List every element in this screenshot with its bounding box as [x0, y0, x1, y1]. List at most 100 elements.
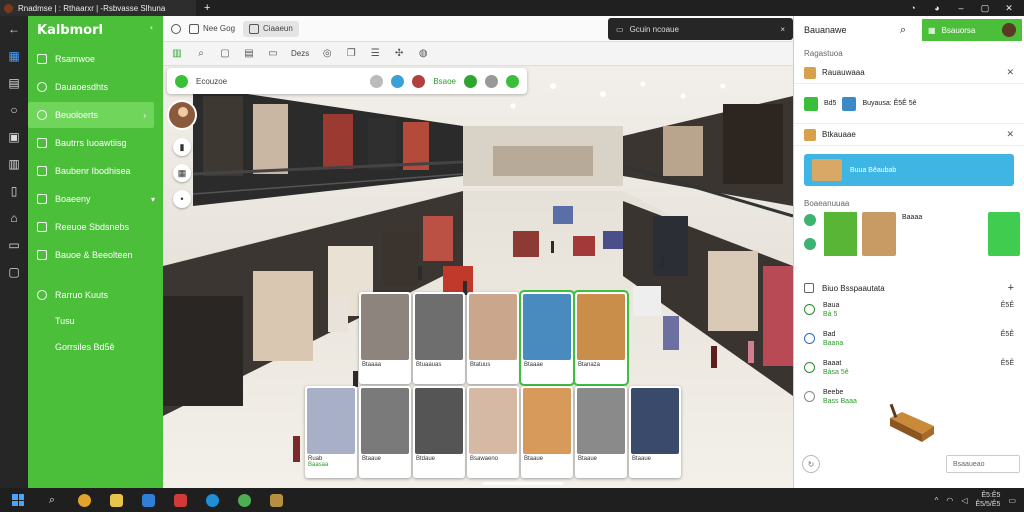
product-card[interactable]: Btaaue: [359, 386, 411, 478]
inbox-icon[interactable]: ▢: [7, 265, 21, 279]
window-icon[interactable]: ▭: [267, 48, 279, 60]
product-card[interactable]: Btaaue: [521, 386, 573, 478]
panel-row[interactable]: Btkauaae ✕: [794, 124, 1024, 146]
book-icon[interactable]: ▯: [7, 184, 21, 198]
scrollbar-thumb[interactable]: [483, 482, 563, 485]
product-card[interactable]: Btanaza: [573, 290, 629, 386]
search-icon[interactable]: ○: [7, 103, 21, 117]
lock-icon[interactable]: ▮: [173, 138, 191, 156]
magnifier-icon[interactable]: ⌕: [195, 48, 207, 60]
tile[interactable]: [824, 212, 857, 256]
sidebar-item-9[interactable]: Rarruo Kuuts: [28, 282, 163, 308]
edge-icon[interactable]: [196, 493, 228, 507]
volume-icon[interactable]: ◁: [961, 496, 967, 505]
sidebar-item-6[interactable]: Boaeeny ▾: [28, 186, 163, 212]
search-icon[interactable]: ⌕: [36, 494, 68, 507]
list-icon[interactable]: ☰: [369, 48, 381, 60]
clock[interactable]: Ê5:Ê5 Ê5/5/Ê5: [976, 491, 1001, 509]
bell-icon[interactable]: ◕: [932, 3, 942, 13]
tile[interactable]: [862, 212, 896, 256]
store-icon[interactable]: [260, 493, 292, 507]
tag-icon[interactable]: [391, 74, 405, 88]
browser-tab[interactable]: Rnadmse | : Rthaarxr | -Rsbvasse Slhuna: [0, 0, 196, 16]
close-window-icon[interactable]: ✕: [1004, 3, 1014, 14]
app-icon[interactable]: [132, 493, 164, 507]
toolbar-item-2[interactable]: Ciaaeun: [243, 20, 299, 37]
home-icon[interactable]: ⌂: [7, 211, 21, 225]
briefcase-icon[interactable]: ▣: [7, 130, 21, 144]
card-icon[interactable]: ▭: [7, 238, 21, 252]
minimize-icon[interactable]: –: [956, 3, 966, 13]
product-card[interactable]: Ruab Baasaa: [305, 386, 357, 478]
search-icon[interactable]: [370, 74, 384, 88]
promo-banner[interactable]: Buua Bêaubab: [804, 154, 1014, 186]
sidebar-item-4[interactable]: Bautrrs Iuoawtiisg: [28, 130, 163, 156]
sidebar-subitem-1[interactable]: Tusu: [28, 308, 163, 334]
wifi-icon[interactable]: ◠: [946, 496, 953, 505]
user-icon[interactable]: [464, 74, 477, 88]
puzzle-icon[interactable]: ✣: [393, 48, 405, 60]
product-card[interactable]: Btaaaa: [359, 292, 411, 384]
sidebar-item-8[interactable]: Bauoe & Beeolteen: [28, 242, 163, 268]
folder-icon[interactable]: [100, 493, 132, 507]
list-item[interactable]: Bad Baana Ê5Ê: [794, 327, 1024, 356]
sidebar-item-7[interactable]: Reeuoe Sbdsnebs: [28, 214, 163, 240]
clear-search-icon[interactable]: ×: [780, 25, 785, 34]
product-card[interactable]: Btaaue: [629, 386, 681, 478]
product-card[interactable]: Bsawaeno: [467, 386, 519, 478]
tile[interactable]: [988, 212, 1020, 256]
layout-icon[interactable]: ▤: [243, 48, 255, 60]
product-card[interactable]: Btatuus: [467, 292, 519, 384]
back-arrow-icon[interactable]: ←: [7, 22, 21, 36]
sidebar-item-2[interactable]: Dauaoesdhts: [28, 74, 163, 100]
document-icon[interactable]: ▤: [7, 76, 21, 90]
bookmark-icon[interactable]: [412, 74, 426, 88]
global-search-input[interactable]: ▭ Gcuin ncoaue ×: [608, 18, 793, 40]
status-icon: [804, 333, 815, 344]
sidebar-item-3[interactable]: Beuoloerts ›: [28, 102, 154, 128]
search-icon[interactable]: [171, 22, 181, 36]
sidebar-item-1[interactable]: Rsamwoe: [28, 46, 163, 72]
panel-row[interactable]: Rauauwaaa ✕: [794, 62, 1024, 84]
product-card[interactable]: Btdaue: [413, 386, 465, 478]
checkbox[interactable]: [804, 283, 814, 293]
link-icon[interactable]: ◎: [321, 48, 333, 60]
search-icon[interactable]: ⌕: [900, 24, 906, 37]
toolbar-item-3[interactable]: Dezs: [291, 49, 309, 58]
bar-chart-icon[interactable]: ▥: [171, 48, 183, 60]
notification-icon[interactable]: ▭: [1008, 496, 1016, 505]
close-icon[interactable]: ✕: [1006, 67, 1014, 78]
add-icon[interactable]: +: [1008, 282, 1014, 294]
sidebar-item-5[interactable]: Baubenr Ibodhisea: [28, 158, 163, 184]
circle-icon[interactable]: [485, 74, 498, 88]
avatar[interactable]: [167, 100, 197, 130]
list-item[interactable]: Baua Bà 5 Ê5Ê: [794, 298, 1024, 327]
pdf-icon[interactable]: [164, 493, 196, 507]
sidebar-subitem-2[interactable]: Gorrsiles Bd5ê: [28, 334, 163, 360]
product-card[interactable]: Btaaae: [519, 290, 575, 386]
refresh-icon[interactable]: ↻: [802, 455, 820, 473]
new-tab-button[interactable]: +: [204, 2, 210, 14]
dot-icon[interactable]: •: [173, 190, 191, 208]
chart-icon[interactable]: ▦: [7, 49, 21, 63]
chat-icon[interactable]: ◔: [908, 3, 918, 13]
start-button[interactable]: [0, 494, 36, 506]
copy-icon[interactable]: ❐: [345, 48, 357, 60]
chevron-up-icon[interactable]: ^: [935, 496, 939, 505]
calendar-icon[interactable]: ▥: [7, 157, 21, 171]
qr-icon[interactable]: ▦: [173, 164, 191, 182]
submit-button[interactable]: Bsaaueao: [946, 455, 1020, 473]
product-card[interactable]: Btuaauas: [413, 292, 465, 384]
browser-icon[interactable]: [68, 493, 100, 507]
check-icon[interactable]: [506, 74, 519, 88]
collapse-icon[interactable]: ‹: [150, 23, 153, 44]
product-card[interactable]: Btaaue: [575, 386, 627, 478]
toolbar-item-1[interactable]: Nee Gog: [189, 22, 235, 36]
frame-icon[interactable]: ▢: [219, 48, 231, 60]
user-menu-button[interactable]: ▦ Bsauorsa: [922, 19, 1022, 41]
globe-icon[interactable]: ◍: [417, 48, 429, 60]
close-icon[interactable]: ✕: [1006, 129, 1014, 140]
list-item[interactable]: Baaat Bàsa 5ê Ê5Ê: [794, 356, 1024, 385]
maximize-icon[interactable]: ▢: [980, 3, 990, 14]
chrome-icon[interactable]: [228, 493, 260, 507]
